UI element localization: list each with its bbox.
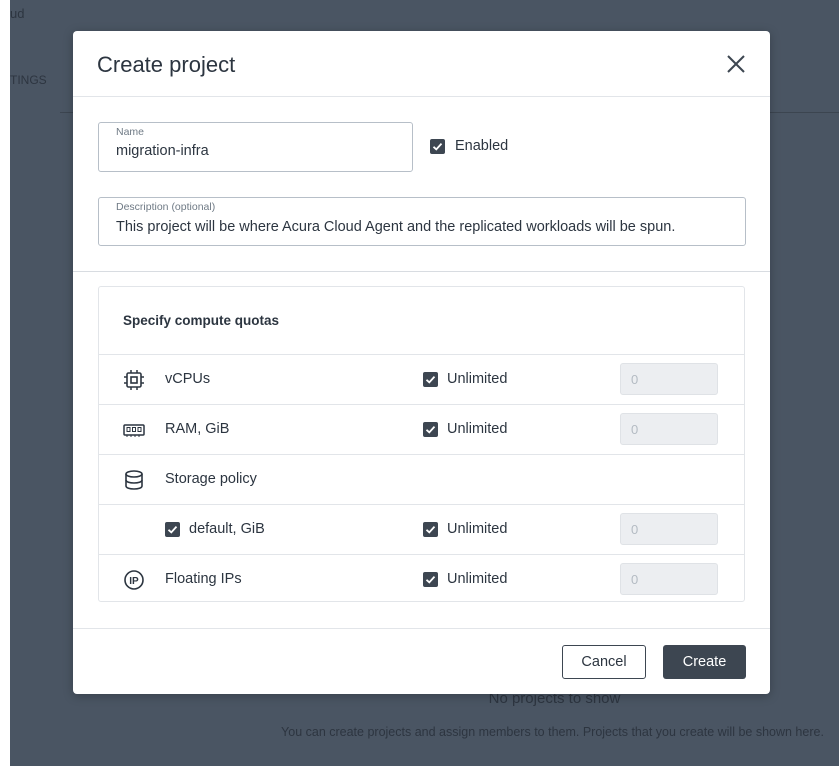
unlimited-checkbox-ram[interactable] <box>423 422 438 437</box>
quota-input-default-storage[interactable]: 0 <box>620 513 718 545</box>
unlimited-checkbox-floating-ips[interactable] <box>423 572 438 587</box>
ram-icon <box>123 424 145 437</box>
unlimited-checkbox-vcpus[interactable] <box>423 372 438 387</box>
close-button[interactable] <box>723 51 749 77</box>
enabled-label[interactable]: Enabled <box>455 138 508 154</box>
checkmark-icon <box>425 575 436 584</box>
cancel-button[interactable]: Cancel <box>562 645 646 679</box>
unlimited-label-ram[interactable]: Unlimited <box>447 421 507 437</box>
description-field[interactable]: Description (optional) This project will… <box>98 197 746 246</box>
checkmark-icon <box>425 375 436 384</box>
quota-value-default-storage: 0 <box>631 522 639 537</box>
create-button[interactable]: Create <box>663 645 746 679</box>
quota-input-floating-ips[interactable]: 0 <box>620 563 718 595</box>
quota-value-vcpus: 0 <box>631 372 639 387</box>
quotas-title: Specify compute quotas <box>123 313 280 328</box>
close-icon <box>727 55 745 73</box>
quota-label-ram: RAM, GiB <box>165 421 230 437</box>
unlimited-label-vcpus[interactable]: Unlimited <box>447 371 507 387</box>
tab-settings-fragment[interactable]: TINGS <box>10 73 47 87</box>
quota-row-vcpus: vCPUs Unlimited 0 <box>99 354 744 405</box>
description-field-label: Description (optional) <box>116 201 216 213</box>
quota-row-storage-policy: Storage policy <box>99 454 744 505</box>
default-storage-checkbox[interactable] <box>165 522 180 537</box>
dialog-header: Create project <box>73 31 770 97</box>
enabled-checkbox[interactable] <box>430 139 445 154</box>
unlimited-label-floating-ips[interactable]: Unlimited <box>447 571 507 587</box>
unlimited-label-default-storage[interactable]: Unlimited <box>447 521 507 537</box>
empty-state-description: You can create projects and assign membe… <box>281 725 824 739</box>
dialog-title: Create project <box>97 52 236 77</box>
svg-text:IP: IP <box>129 576 139 587</box>
quota-value-ram: 0 <box>631 422 639 437</box>
quota-input-vcpus[interactable]: 0 <box>620 363 718 395</box>
quota-label-storage-policy: Storage policy <box>165 471 257 487</box>
quota-row-ram: RAM, GiB Unlimited 0 <box>99 404 744 455</box>
floating-ip-icon: IP <box>124 570 144 590</box>
cpu-icon <box>124 370 144 390</box>
create-project-dialog: Create project Name migration-infra Enab… <box>73 31 770 694</box>
quota-input-ram[interactable]: 0 <box>620 413 718 445</box>
checkmark-icon <box>432 142 443 151</box>
unlimited-checkbox-default-storage[interactable] <box>423 522 438 537</box>
quota-label-vcpus: vCPUs <box>165 371 211 387</box>
description-field-value: This project will be where Acura Cloud A… <box>116 219 676 235</box>
database-icon <box>125 470 143 490</box>
quota-row-floating-ips: IP Floating IPs Unlimited 0 <box>99 554 744 603</box>
app-title-fragment: ud <box>10 6 25 21</box>
checkmark-icon <box>167 525 178 534</box>
name-field-label: Name <box>116 126 145 138</box>
default-storage-label[interactable]: default, GiB <box>189 521 265 537</box>
name-field[interactable]: Name migration-infra <box>98 122 413 172</box>
quota-row-default-storage: default, GiB Unlimited 0 <box>99 504 744 555</box>
checkmark-icon <box>425 425 436 434</box>
compute-quotas-panel: Specify compute quotas vCPUs Unlimited 0 <box>98 286 745 602</box>
name-field-value: migration-infra <box>116 143 209 159</box>
footer-divider <box>73 628 770 629</box>
checkmark-icon <box>425 525 436 534</box>
quota-label-floating-ips: Floating IPs <box>165 571 242 587</box>
quota-value-floating-ips: 0 <box>631 572 639 587</box>
section-divider <box>73 271 770 272</box>
